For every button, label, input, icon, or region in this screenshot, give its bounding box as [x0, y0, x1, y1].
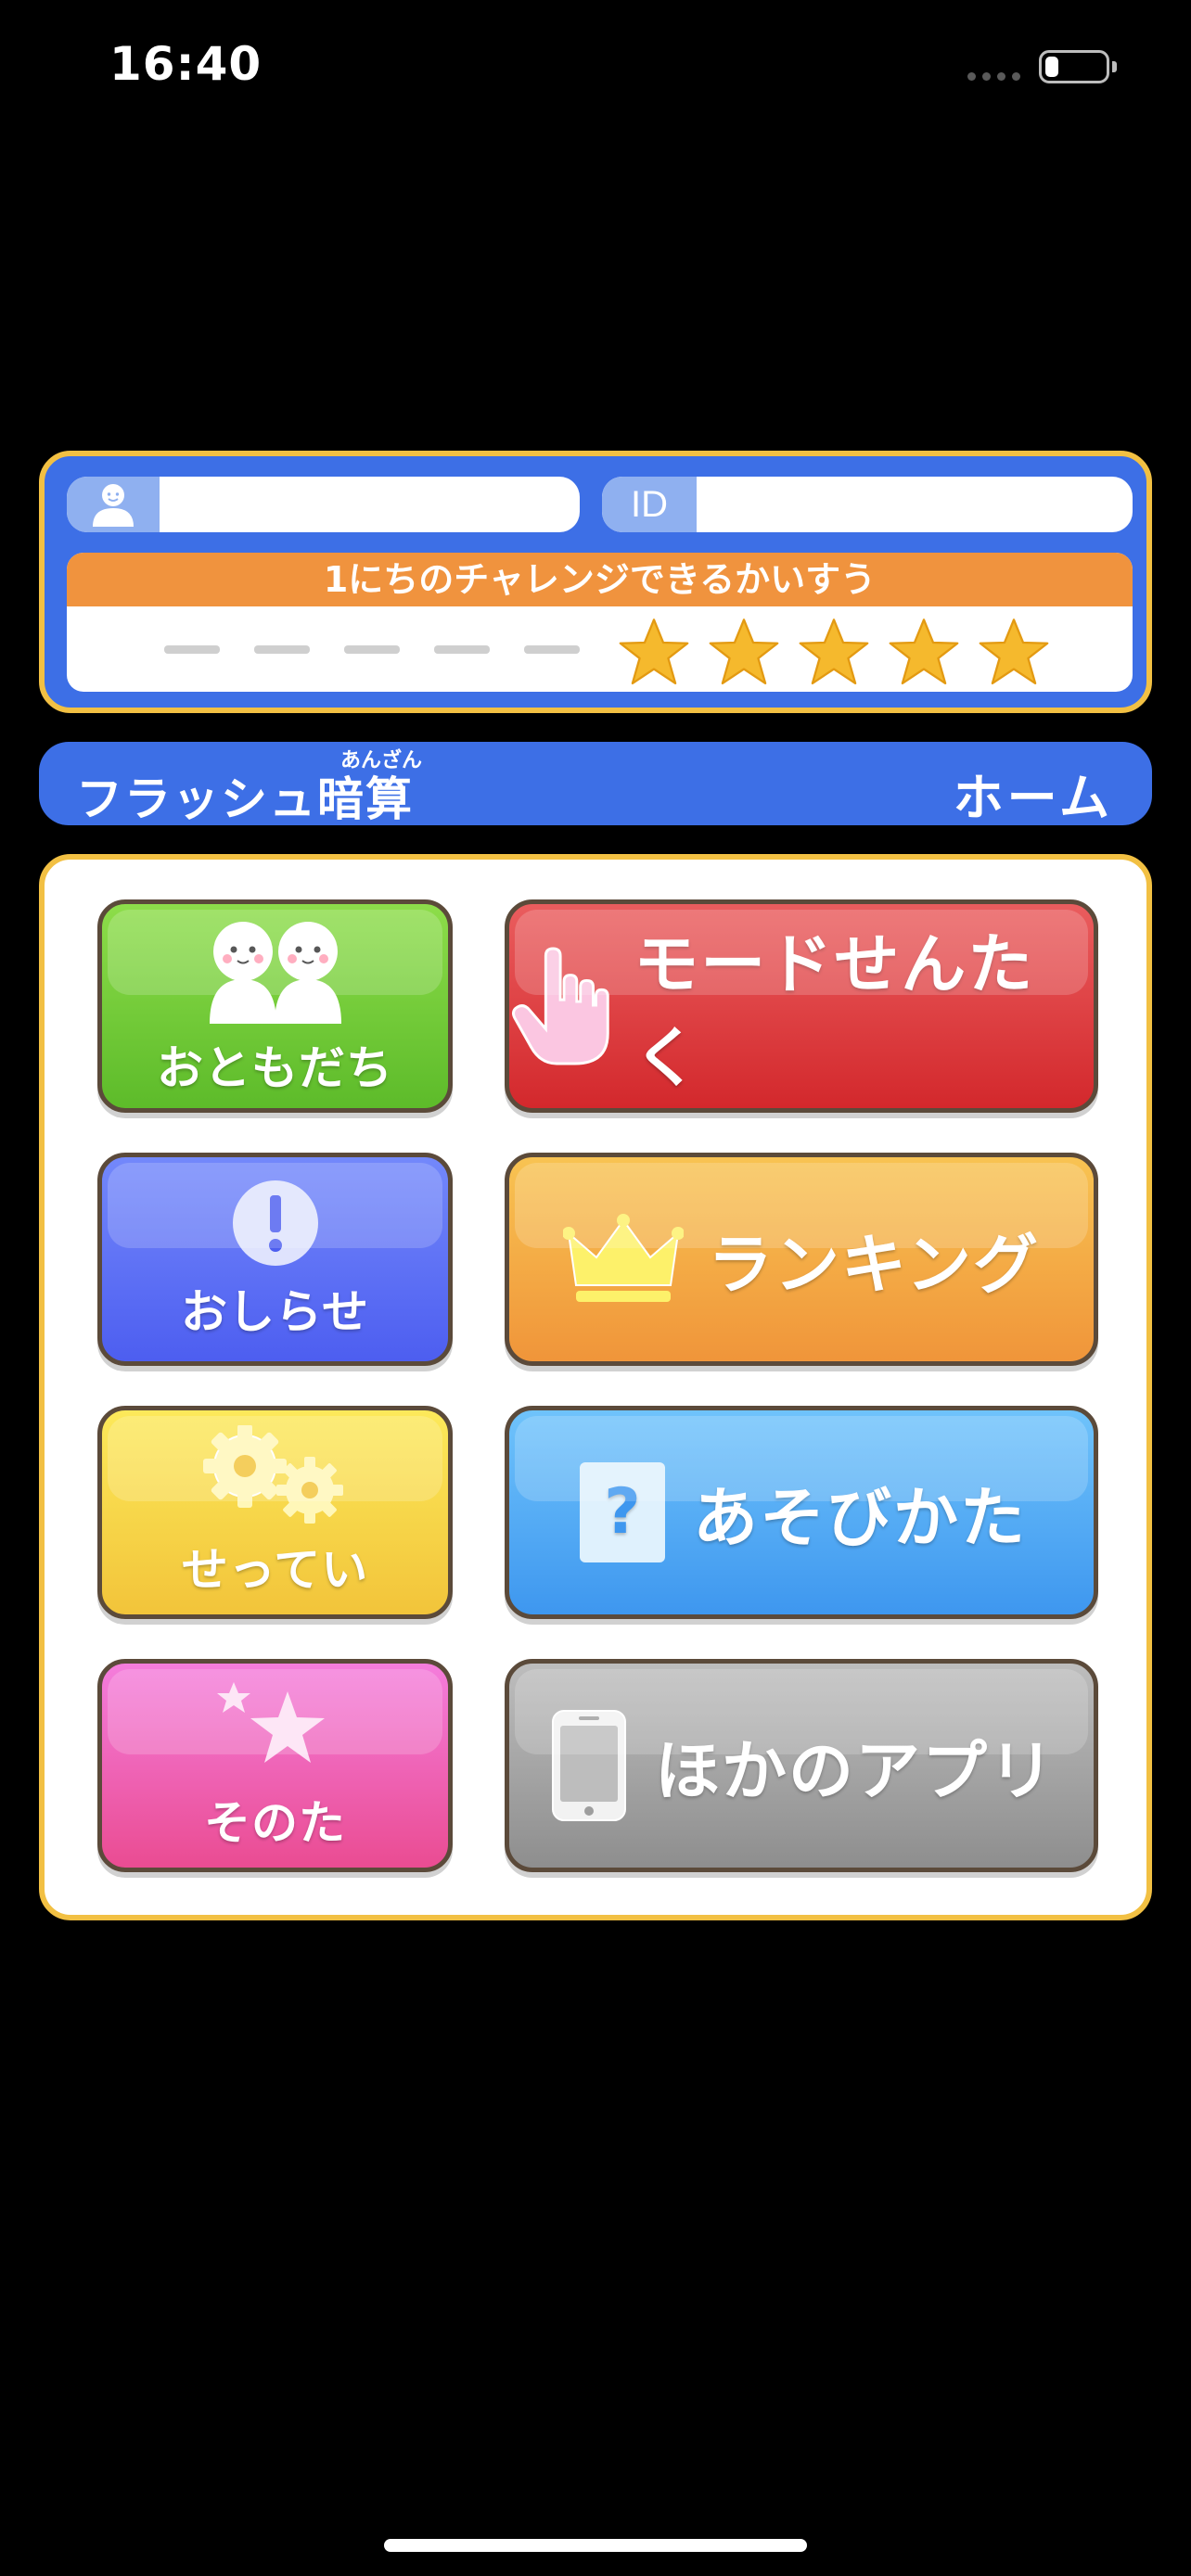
challenge-counter — [67, 606, 1133, 692]
friends-button[interactable]: おともだち — [97, 899, 453, 1113]
how-to-play-label: あそびかた — [693, 1479, 1027, 1556]
mode-select-label: モードせんたく — [634, 926, 1035, 1096]
used-attempt-dash — [254, 645, 310, 654]
id-label: ID — [631, 483, 668, 525]
status-time: 16:40 — [109, 37, 263, 91]
title-bar: あんざん フラッシュ暗算 ホーム — [39, 742, 1152, 827]
exclamation-icon — [232, 1180, 318, 1266]
battery-icon — [1039, 50, 1109, 83]
user-icon — [67, 477, 160, 532]
settings-label: せってい — [181, 1543, 369, 1597]
app-title: フラッシュ暗算 — [76, 772, 414, 826]
remaining-attempt-star-icon — [979, 618, 1049, 685]
friends-icon — [209, 922, 341, 1024]
settings-button[interactable]: せってい — [97, 1406, 453, 1619]
player-id-field[interactable]: ID — [602, 477, 1133, 532]
remaining-attempt-star-icon — [799, 618, 869, 685]
ranking-button[interactable]: ランキング — [505, 1153, 1098, 1366]
gears-icon — [202, 1425, 343, 1524]
news-label: おしらせ — [181, 1285, 369, 1339]
ranking-label: ランキング — [708, 1226, 1040, 1303]
used-attempt-dash — [344, 645, 400, 654]
smartphone-icon — [552, 1710, 626, 1821]
profile-card: ID 1にちのチャレンジできるかいすう — [39, 451, 1152, 713]
mode-select-button[interactable]: モードせんたく — [505, 899, 1098, 1113]
news-button[interactable]: おしらせ — [97, 1153, 453, 1366]
other-apps-label: ほかのアプリ — [655, 1732, 1056, 1809]
how-to-play-button[interactable]: ? あそびかた — [505, 1406, 1098, 1619]
other-apps-button[interactable]: ほかのアプリ — [505, 1659, 1098, 1872]
daily-challenge-box: 1にちのチャレンジできるかいすう — [67, 553, 1133, 692]
remaining-attempt-star-icon — [619, 618, 689, 685]
battery-tip — [1112, 61, 1117, 72]
other-label: そのた — [204, 1796, 346, 1850]
app-screen: 16:40 ID 1にちのチャレンジできるかいすう あんざん フラッシュ暗算 ホ… — [0, 0, 1191, 2576]
battery-level — [1045, 57, 1058, 77]
screen-title: ホーム — [953, 769, 1113, 827]
cellular-signal-icon — [967, 72, 1020, 81]
other-button[interactable]: そのた — [97, 1659, 453, 1872]
player-name-field[interactable] — [67, 477, 580, 532]
home-indicator[interactable] — [384, 2539, 807, 2552]
used-attempt-dash — [164, 645, 220, 654]
menu-panel: おともだち モードせんたく おしらせ ランキング せってい ? あそびかた その… — [39, 854, 1152, 1920]
svg-text:?: ? — [604, 1475, 640, 1549]
pointing-hand-icon — [512, 947, 609, 1065]
remaining-attempt-star-icon — [709, 618, 779, 685]
friends-label: おともだち — [157, 1041, 393, 1095]
remaining-attempt-star-icon — [889, 618, 959, 685]
used-attempt-dash — [524, 645, 580, 654]
star-icon — [216, 1682, 325, 1763]
used-attempt-dash — [434, 645, 490, 654]
daily-challenge-title: 1にちのチャレンジできるかいすう — [67, 553, 1133, 606]
crown-icon — [563, 1214, 685, 1302]
question-card-icon: ? — [580, 1462, 665, 1562]
